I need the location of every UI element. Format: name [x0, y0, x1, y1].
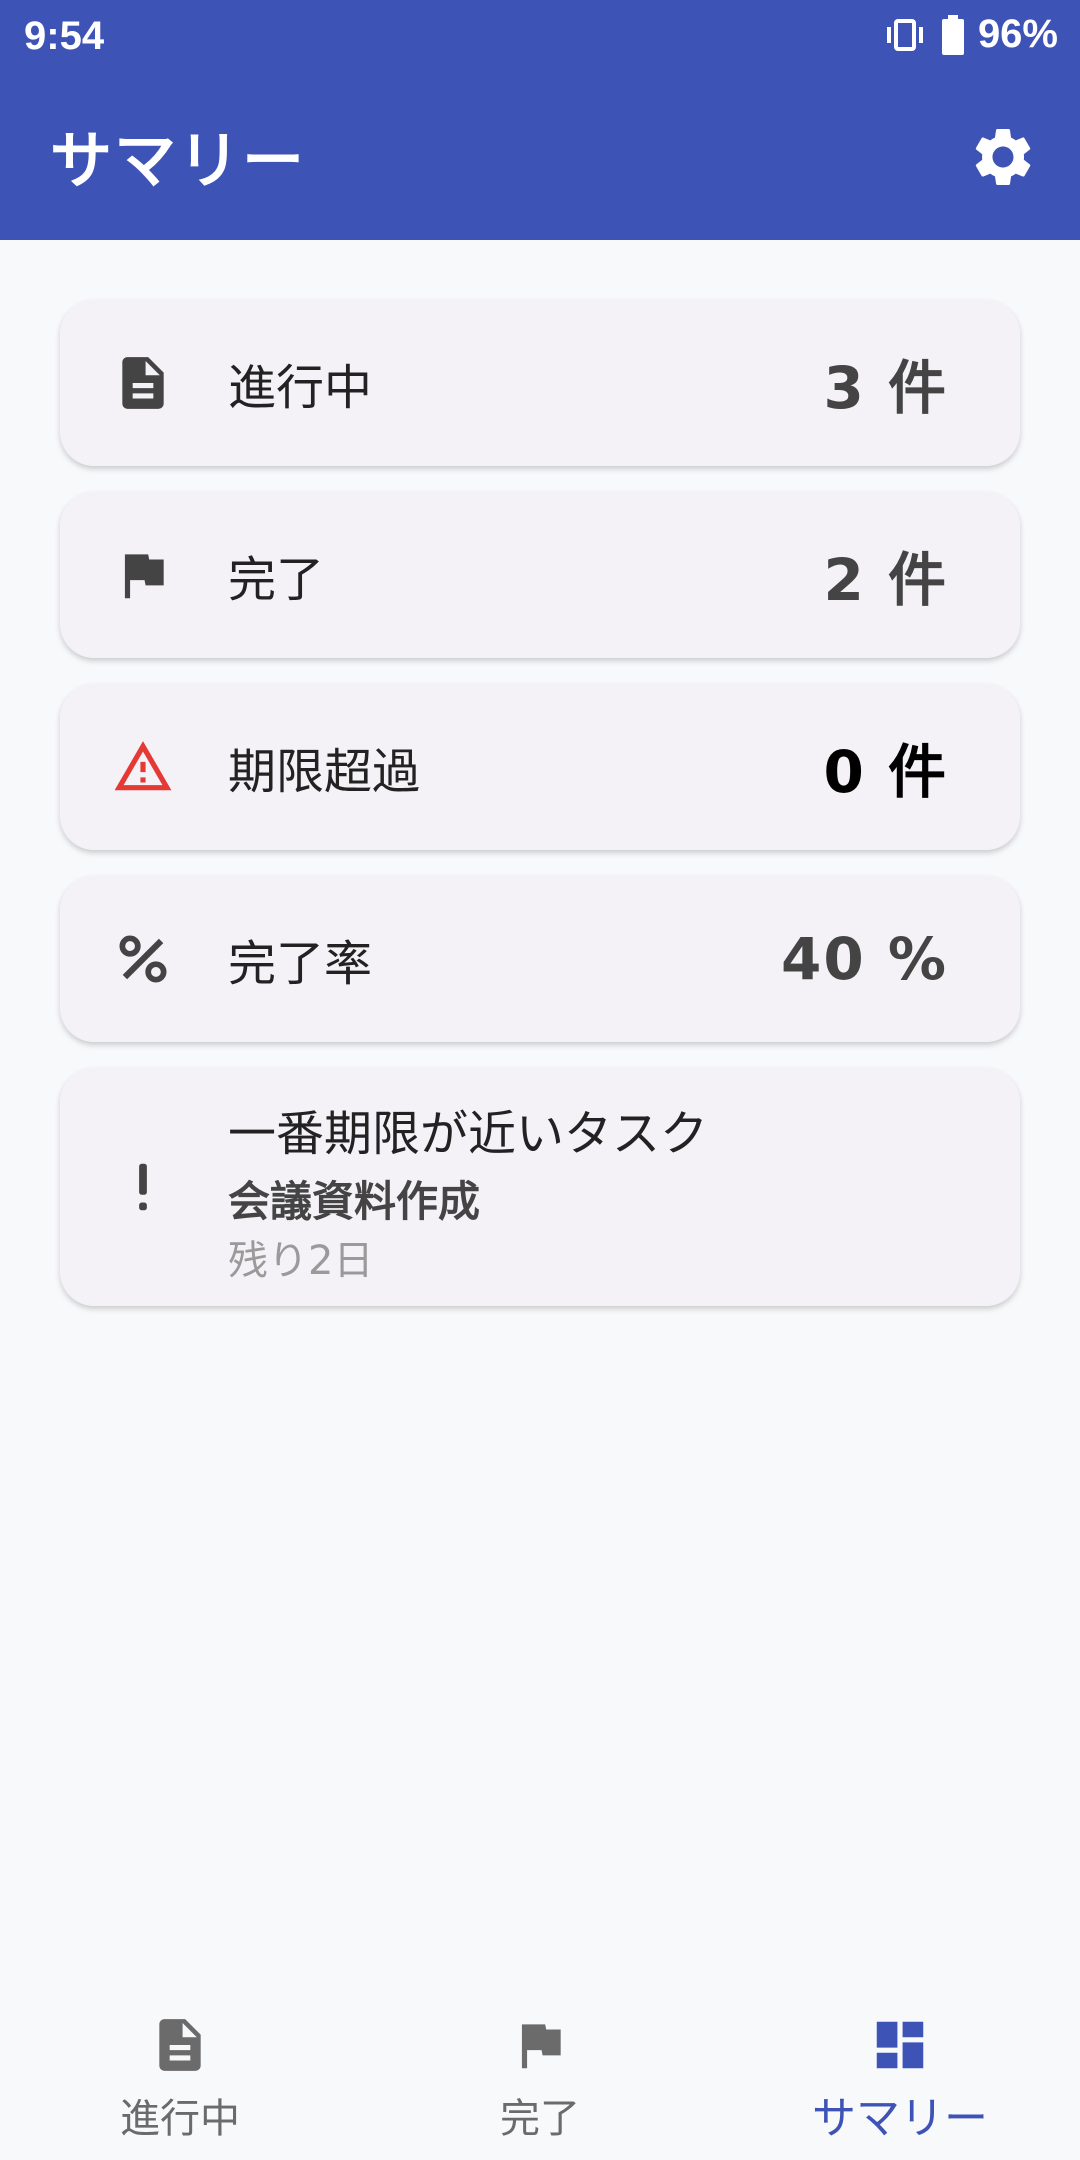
settings-gear-icon[interactable]: [968, 122, 1038, 192]
card-value: 3 件: [823, 354, 948, 422]
deadline-title: 一番期限が近いタスク: [228, 1106, 709, 1162]
bottom-navigation: 進行中 完了 サマリー: [0, 1986, 1080, 2160]
warning-icon: [114, 741, 172, 791]
document-icon: [159, 2019, 201, 2071]
dashboard-icon: [876, 2021, 924, 2069]
card-value: 40 %: [780, 925, 948, 993]
status-time: 9:54: [24, 14, 105, 58]
card-value: 0 件: [823, 738, 948, 806]
card-label: 進行中: [228, 360, 373, 416]
deadline-remaining: 残り2日: [228, 1238, 374, 1284]
page-title: サマリー: [50, 124, 307, 197]
vibrate-icon: [886, 18, 923, 51]
card-in-progress[interactable]: 進行中 3 件: [60, 300, 1020, 466]
app-bar: 9:54 96% サマリー: [0, 0, 1080, 240]
nav-label: 完了: [500, 2096, 580, 2142]
document-icon: [122, 357, 164, 409]
battery-icon: [941, 14, 964, 55]
card-label: 期限超過: [228, 744, 421, 800]
nav-label: 進行中: [120, 2096, 240, 2142]
nav-item-completed[interactable]: 完了: [360, 1986, 720, 2160]
nav-label: サマリー: [812, 2093, 988, 2144]
card-completion-rate[interactable]: 完了率 40 %: [60, 876, 1020, 1042]
card-value: 2 件: [823, 546, 948, 614]
card-nearest-deadline[interactable]: 一番期限が近いタスク 会議資料作成 残り2日: [60, 1068, 1020, 1306]
card-label: 完了: [228, 552, 325, 608]
card-label: 完了率: [228, 936, 373, 992]
flag-icon: [124, 554, 164, 599]
exclamation-icon: [139, 1163, 147, 1211]
nav-item-summary[interactable]: サマリー: [720, 1986, 1080, 2160]
deadline-task-name: 会議資料作成: [228, 1177, 481, 1226]
status-indicators: 96%: [882, 12, 1058, 57]
flag-icon: [521, 2024, 561, 2069]
battery-percent: 96%: [977, 12, 1058, 56]
card-overdue[interactable]: 期限超過 0 件: [60, 684, 1020, 850]
percent-icon: [119, 935, 167, 983]
card-completed[interactable]: 完了 2 件: [60, 492, 1020, 658]
nav-item-in-progress[interactable]: 進行中: [0, 1986, 360, 2160]
